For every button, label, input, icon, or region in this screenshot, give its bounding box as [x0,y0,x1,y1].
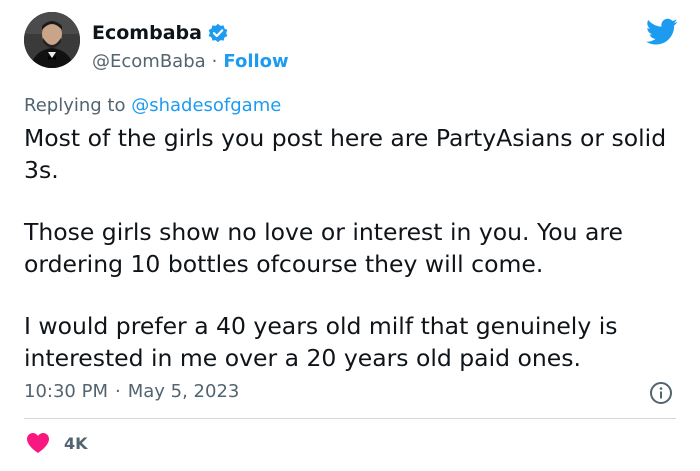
author-handle-row: @EcomBaba · Follow [92,49,289,73]
like-count: 4K [64,433,88,453]
tweet-date[interactable]: May 5, 2023 [128,381,240,402]
heart-icon[interactable] [26,432,50,454]
author-handle[interactable]: @EcomBaba [92,51,206,72]
like-action[interactable]: 4K [26,432,88,454]
tweet-time[interactable]: 10:30 PM [24,381,108,402]
tweet-paragraph: Those girls show no love or interest in … [24,218,623,278]
info-icon[interactable] [649,381,673,405]
avatar[interactable] [24,12,80,68]
twitter-bird-icon[interactable] [646,18,678,46]
tweet-paragraph: I would prefer a 40 years old milf that … [24,312,618,372]
timestamp-separator: · [114,381,121,402]
handle-separator: · [211,50,218,72]
tweet-timestamp[interactable]: 10:30 PM · May 5, 2023 [24,381,239,402]
author-display-name[interactable]: Ecombaba [92,22,202,44]
replying-to-label: Replying to [24,95,132,116]
divider [24,418,676,419]
follow-button[interactable]: Follow [223,51,288,72]
tweet-text: Most of the girls you post here are Part… [24,122,684,374]
reply-mention-link[interactable]: @shadesofgame [131,95,281,116]
replying-to-line: Replying to @shadesofgame [24,95,281,116]
tweet-paragraph: Most of the girls you post here are Part… [24,124,667,184]
verified-badge-icon [207,22,229,44]
tweet-card: Ecombaba @EcomBaba · Follow Replying to … [0,0,700,471]
author-name-row: Ecombaba [92,20,229,46]
